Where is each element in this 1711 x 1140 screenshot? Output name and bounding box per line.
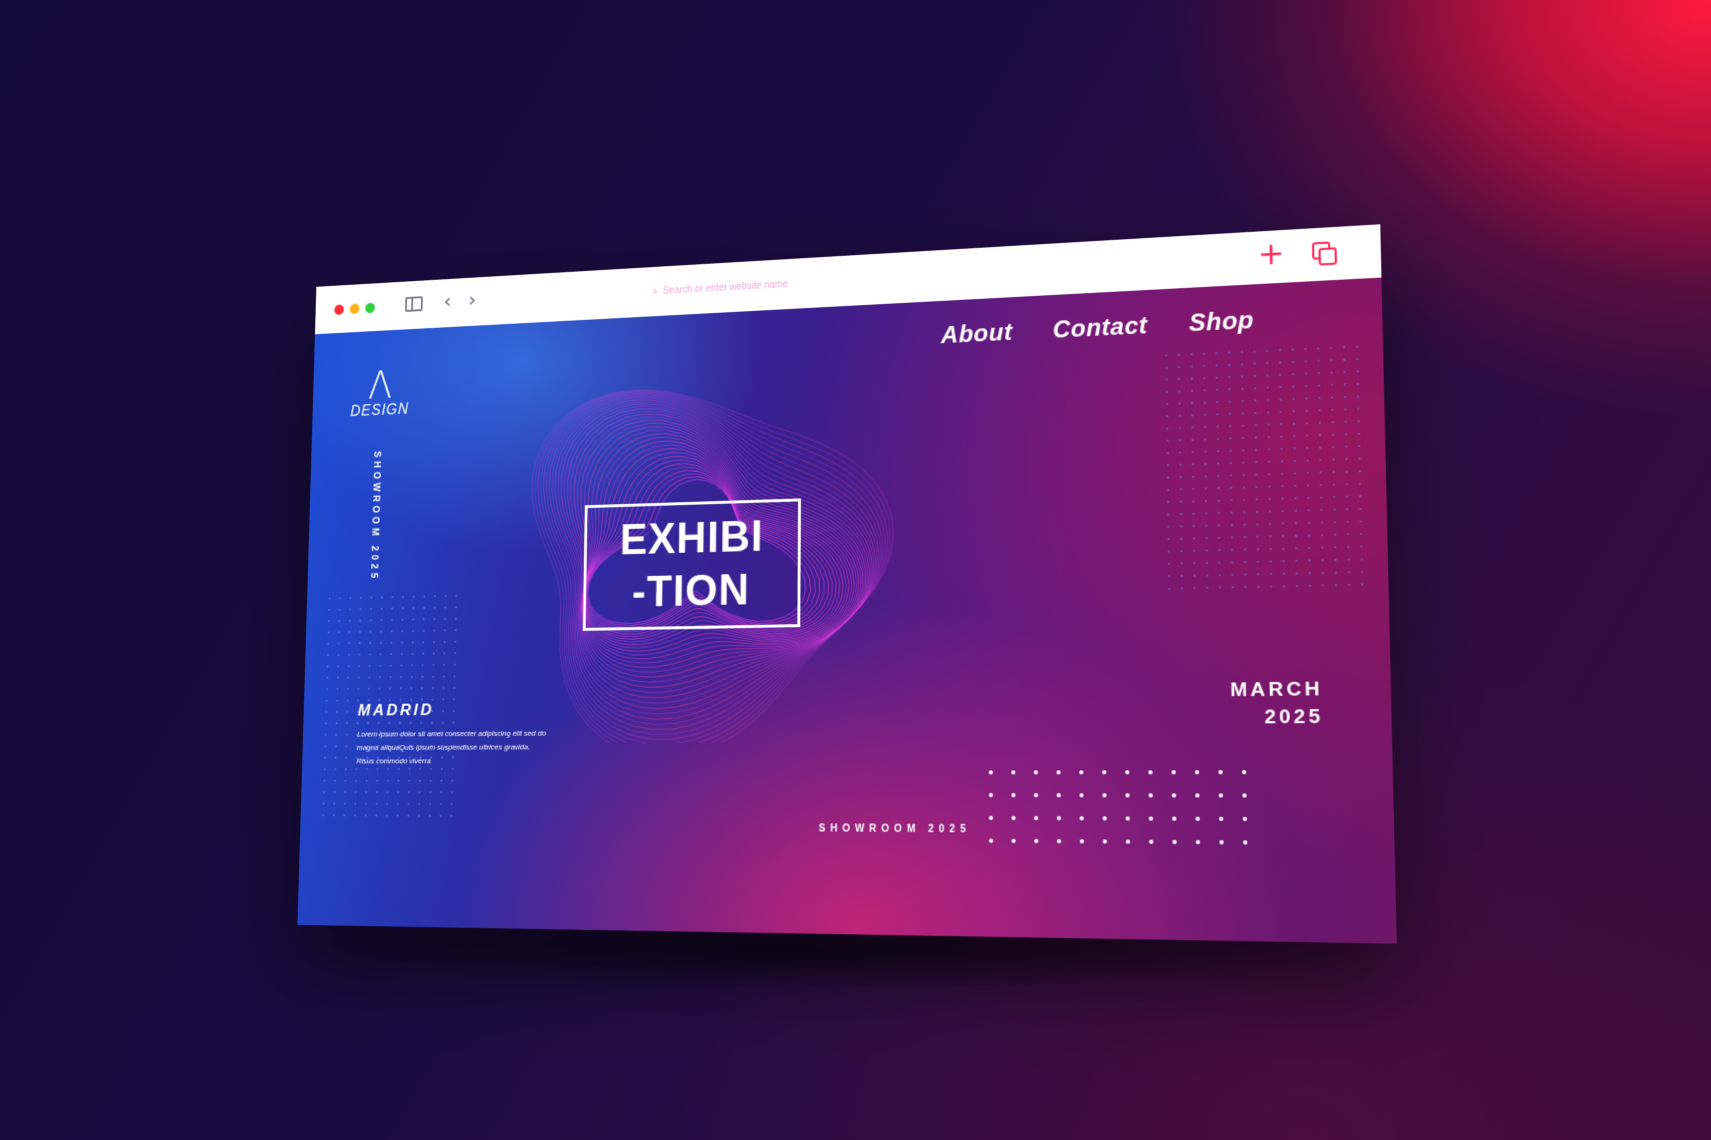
search-icon: ⌕: [652, 286, 658, 297]
grid-dot: [1242, 816, 1248, 822]
close-window-button[interactable]: [334, 304, 344, 315]
grid-dot: [1079, 793, 1084, 798]
grid-dot: [1011, 793, 1016, 798]
dot-grid-decoration: [988, 770, 1248, 845]
grid-dot: [1172, 839, 1177, 845]
date-month: MARCH: [1230, 678, 1324, 702]
grid-dot: [988, 815, 994, 820]
location-block: MADRID Lorem ipsum dolor sit amet consec…: [356, 699, 546, 768]
forward-arrow-icon[interactable]: ›: [468, 289, 476, 313]
grid-dot: [988, 770, 993, 775]
exhibition-title-frame: EXHIBI -TION: [582, 498, 801, 631]
vertical-showroom-label: SHOWROOM 2025: [368, 451, 382, 582]
grid-dot: [1148, 816, 1154, 821]
sidebar-toggle-icon[interactable]: [405, 296, 423, 312]
grid-dot: [1033, 770, 1038, 775]
maximize-window-button[interactable]: [365, 302, 375, 314]
grid-dot: [1125, 816, 1130, 821]
grid-dot: [1033, 793, 1039, 798]
grid-dot: [1171, 770, 1176, 775]
grid-dot: [1056, 816, 1061, 821]
address-placeholder: Search or enter website name: [662, 278, 788, 297]
grid-dot: [1079, 839, 1084, 844]
back-arrow-icon[interactable]: ‹: [443, 290, 451, 314]
grid-dot: [1056, 839, 1062, 844]
grid-dot: [1243, 840, 1248, 845]
new-tab-button[interactable]: +: [1258, 236, 1285, 273]
logo-mark: Λ: [367, 364, 393, 408]
minimize-window-button[interactable]: [349, 303, 360, 315]
main-nav: About Contact Shop: [941, 307, 1254, 350]
site-logo[interactable]: Λ DESIGN: [350, 364, 410, 421]
grid-dot: [1125, 770, 1130, 775]
grid-dot: [1011, 815, 1016, 821]
grid-dot: [1195, 816, 1200, 821]
nav-about[interactable]: About: [941, 319, 1012, 350]
grid-dot: [1056, 793, 1061, 798]
grid-dot: [1125, 839, 1131, 844]
grid-dot: [1171, 793, 1177, 798]
grid-dot: [1079, 816, 1084, 821]
showroom-label-bottom: SHOWROOM 2025: [818, 823, 971, 836]
grid-dot: [1218, 793, 1224, 798]
dot-pattern-right: [1160, 340, 1367, 595]
nav-shop[interactable]: Shop: [1189, 307, 1254, 339]
grid-dot: [1011, 770, 1016, 775]
grid-dot: [1241, 770, 1247, 775]
date-year: 2025: [1264, 705, 1324, 729]
grid-dot: [1079, 770, 1084, 775]
grid-dot: [1149, 839, 1154, 844]
city-name: MADRID: [357, 700, 435, 720]
grid-dot: [1195, 839, 1201, 845]
browser-window: ‹ › ⌕ Search or enter website name + Λ D…: [297, 224, 1397, 944]
logo-text: DESIGN: [350, 401, 410, 420]
grid-dot: [1056, 770, 1061, 775]
grid-dot: [1218, 770, 1223, 775]
title-line-2: -TION: [631, 565, 751, 617]
address-bar[interactable]: ⌕ Search or enter website name: [652, 263, 997, 302]
tabs-overview-icon[interactable]: [1311, 241, 1337, 266]
grid-dot: [1148, 770, 1153, 775]
grid-dot: [1172, 816, 1177, 821]
grid-dot: [1219, 840, 1224, 845]
grid-dot: [1125, 793, 1130, 798]
grid-dot: [1102, 793, 1107, 798]
event-date: MARCH 2025: [1230, 676, 1324, 732]
grid-dot: [1034, 816, 1039, 821]
grid-dot: [1102, 816, 1107, 821]
grid-dot: [1034, 838, 1039, 844]
grid-dot: [988, 793, 993, 798]
grid-dot: [1148, 793, 1153, 798]
grid-dot: [989, 838, 994, 843]
grid-dot: [1102, 839, 1107, 844]
grid-dot: [1194, 770, 1200, 775]
title-line-1: EXHIBI: [619, 512, 764, 565]
grid-dot: [1242, 793, 1247, 798]
location-description: Lorem ipsum dolor sit amet consecter adi…: [356, 728, 547, 766]
grid-dot: [1195, 793, 1200, 798]
nav-contact[interactable]: Contact: [1053, 312, 1148, 345]
grid-dot: [1102, 770, 1107, 775]
grid-dot: [1219, 816, 1224, 821]
grid-dot: [1011, 838, 1016, 843]
web-page: Λ DESIGN SHOWROOM 2025 About Contact Sho…: [297, 277, 1397, 944]
